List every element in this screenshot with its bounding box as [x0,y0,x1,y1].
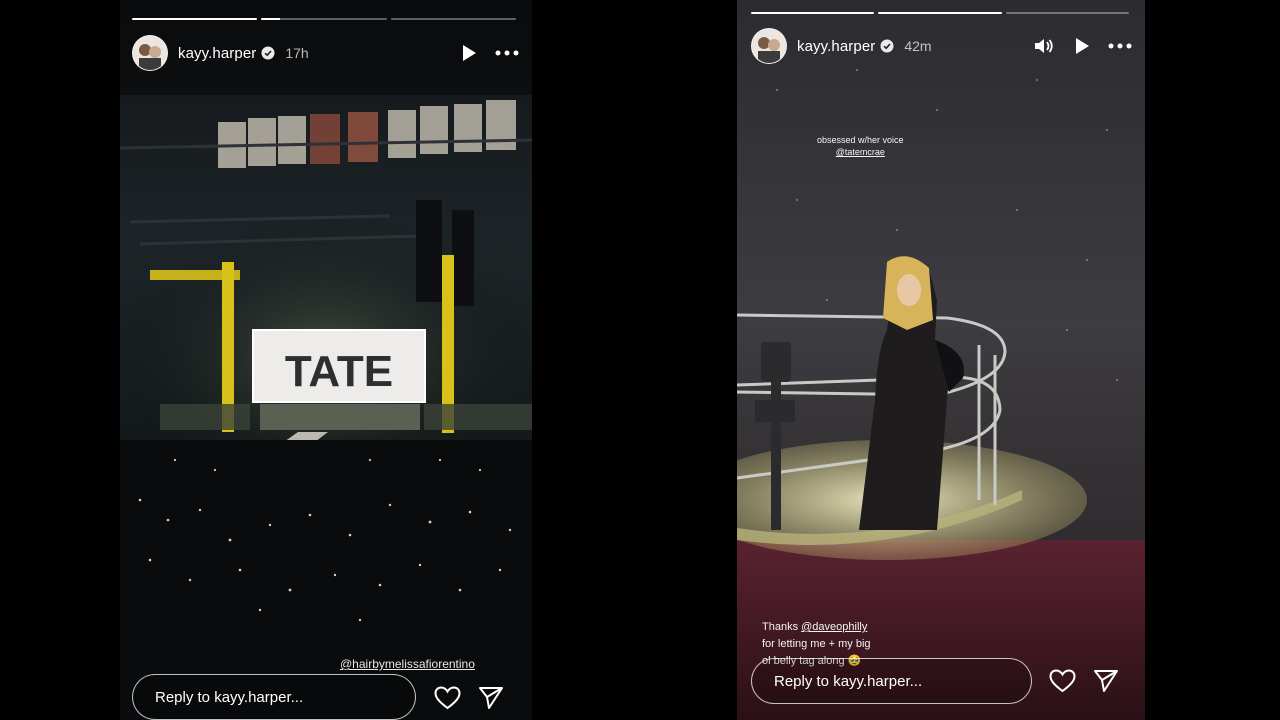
story-progress-bar [132,18,516,20]
caption-top-line: obsessed w/her voice [817,135,904,145]
story-header: kayy.harper 17h [132,35,520,71]
progress-segment [1005,12,1129,14]
progress-segment [751,12,875,14]
speaker-icon[interactable] [1031,33,1057,59]
reply-placeholder: Reply to kayy.harper... [155,688,304,706]
post-time: 42m [904,38,932,54]
stage-screen-text: TATE [285,347,393,396]
mention-tag[interactable]: @tatemcrae [817,146,904,158]
send-icon[interactable] [1092,667,1120,695]
progress-segment [261,18,387,20]
post-time: 17h [285,45,309,61]
story-progress-bar [751,12,1129,14]
send-icon[interactable] [477,684,505,712]
play-icon[interactable] [456,40,482,66]
caption-top: obsessed w/her voice @tatemcrae [817,134,904,158]
caption-text: for letting me + my big [762,638,871,650]
story-card-left[interactable]: TATE kayy.harper 17h @hairbymelissafiore… [120,0,532,720]
heart-icon[interactable] [433,684,461,712]
reply-placeholder: Reply to kayy.harper... [774,672,923,690]
username[interactable]: kayy.harper [178,45,256,62]
heart-icon[interactable] [1048,667,1076,695]
avatar[interactable] [132,35,168,71]
concert-arena-photo: TATE [120,0,532,720]
progress-segment [390,18,516,20]
reply-input[interactable]: Reply to kayy.harper... [132,674,416,720]
concert-performer-photo [737,0,1145,720]
avatar[interactable] [751,28,787,64]
more-horizontal-icon[interactable] [1107,33,1133,59]
play-icon[interactable] [1069,33,1095,59]
verified-badge-icon [261,46,275,60]
progress-segment [132,18,258,20]
caption-text: Thanks [762,621,802,633]
story-card-right[interactable]: kayy.harper 42m obsessed w/her voice @ta… [737,0,1145,720]
username[interactable]: kayy.harper [797,38,875,55]
mention-tag[interactable]: @daveophilly [801,621,867,633]
story-header: kayy.harper 42m [751,28,1133,64]
reply-input[interactable]: Reply to kayy.harper... [751,658,1032,704]
progress-segment [878,12,1002,14]
more-horizontal-icon[interactable] [494,40,520,66]
mention-tag[interactable]: @hairbymelissafiorentino [340,657,475,671]
verified-badge-icon [880,39,894,53]
